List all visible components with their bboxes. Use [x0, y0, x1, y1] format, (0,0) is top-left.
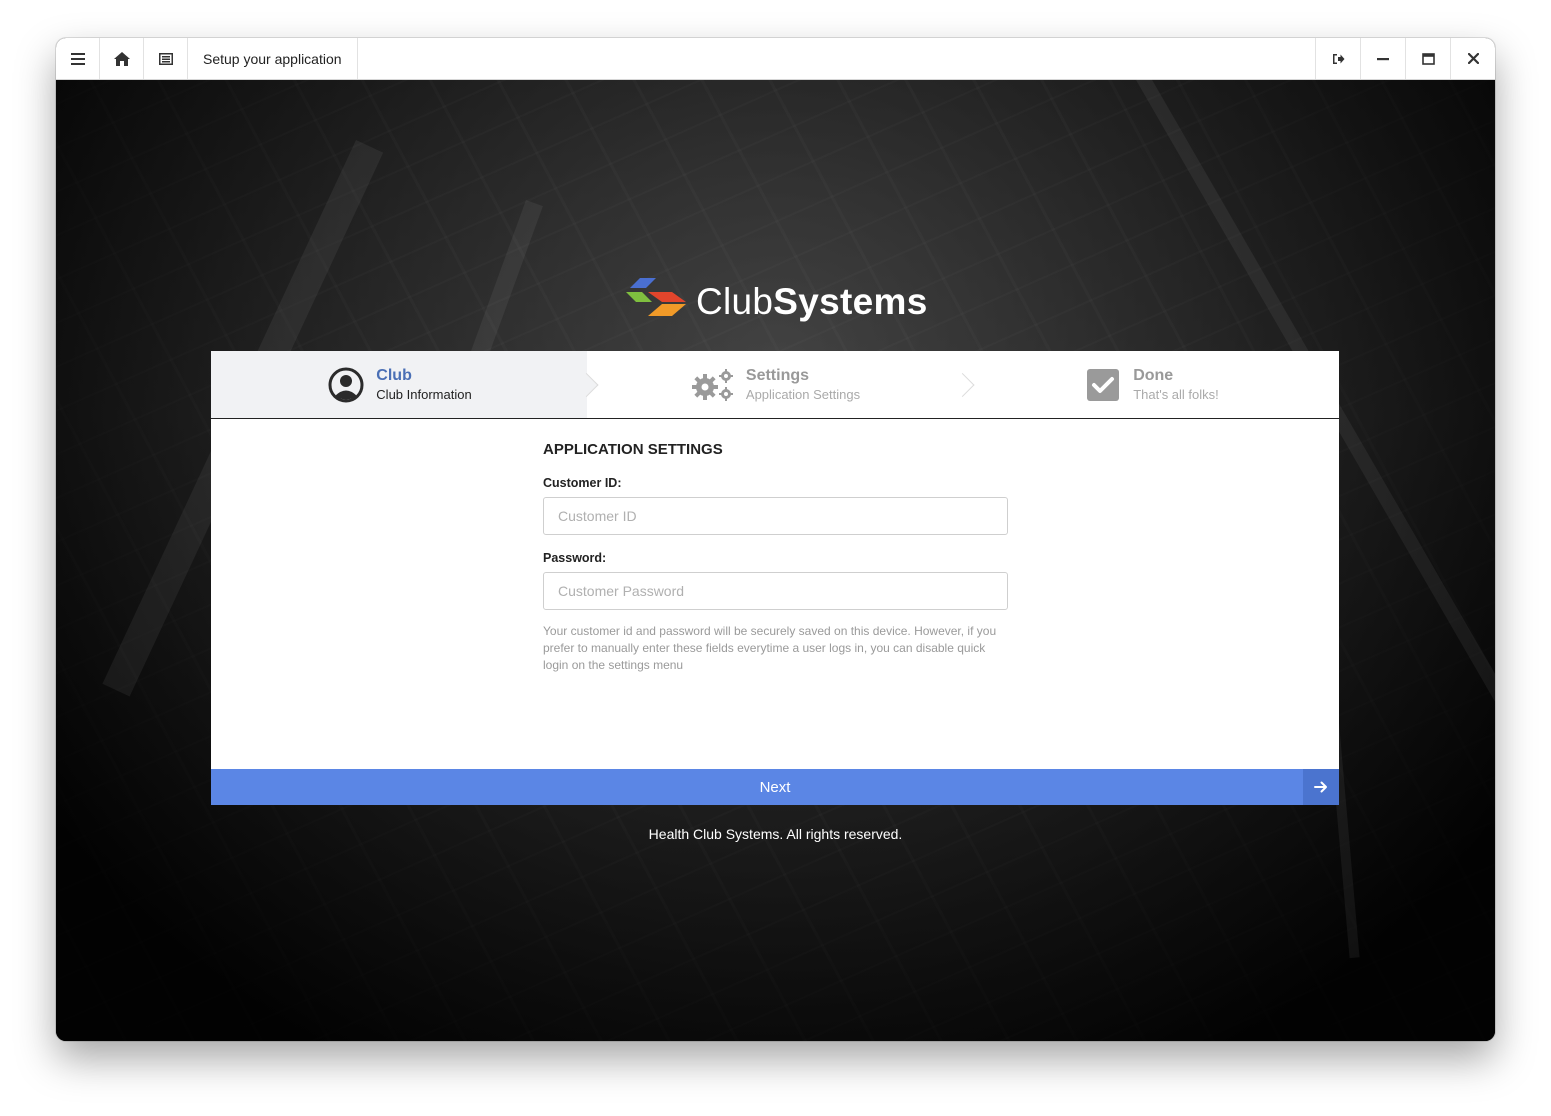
step-club[interactable]: Club Club Information: [211, 351, 599, 418]
list-button[interactable]: [144, 38, 188, 79]
step-title: Done: [1133, 367, 1174, 384]
brand-logo: ClubSystems: [626, 278, 928, 326]
customer-id-input[interactable]: [543, 497, 1008, 535]
maximize-button[interactable]: [1405, 38, 1450, 79]
logout-button[interactable]: [1315, 38, 1360, 79]
password-input[interactable]: [543, 572, 1008, 610]
window-title: Setup your application: [188, 38, 358, 79]
home-icon: [113, 51, 130, 66]
help-text: Your customer id and password will be se…: [543, 624, 997, 672]
checkbox-icon: [1087, 368, 1120, 401]
maximize-icon: [1421, 52, 1435, 65]
hamburger-menu-icon: [70, 52, 85, 65]
brand-name: ClubSystems: [696, 281, 928, 322]
club-systems-logo-icon: [626, 278, 686, 316]
setup-wizard-card: Club Club Information Settings Applicati…: [211, 351, 1339, 805]
menu-button[interactable]: [56, 38, 100, 79]
arrow-right-icon: [1314, 781, 1327, 793]
step-subtitle: Club Information: [376, 387, 472, 402]
footer-text: Health Club Systems. All rights reserved…: [648, 826, 903, 842]
step-done[interactable]: Done That's all folks!: [963, 351, 1339, 418]
list-icon: [158, 52, 173, 65]
step-title: Club: [376, 367, 412, 384]
next-button[interactable]: Next: [211, 769, 1339, 805]
minimize-icon: [1377, 57, 1389, 60]
wizard-steps: Club Club Information Settings Applicati…: [211, 351, 1339, 419]
close-button[interactable]: [1450, 38, 1495, 79]
settings-form: APPLICATION SETTINGS Customer ID: Passwo…: [211, 419, 1339, 769]
close-icon: [1467, 53, 1479, 64]
minimize-button[interactable]: [1360, 38, 1405, 79]
step-title: Settings: [745, 367, 810, 384]
step-subtitle: That's all folks!: [1133, 387, 1219, 402]
title-bar: Setup your application: [56, 38, 1495, 80]
step-settings[interactable]: Settings Application Settings: [587, 351, 975, 418]
home-button[interactable]: [100, 38, 144, 79]
section-title: APPLICATION SETTINGS: [543, 441, 723, 458]
setup-background: ClubSystems Club Club Information Settin…: [56, 73, 1495, 1041]
password-label: Password:: [543, 551, 607, 565]
logout-icon: [1332, 53, 1344, 64]
next-button-label: Next: [759, 778, 791, 796]
app-window: Setup your application ClubSystems Club …: [56, 38, 1495, 1041]
user-circle-icon: [328, 367, 364, 402]
step-subtitle: Application Settings: [745, 387, 861, 402]
customer-id-label: Customer ID:: [543, 476, 622, 490]
gears-icon: [691, 368, 733, 401]
